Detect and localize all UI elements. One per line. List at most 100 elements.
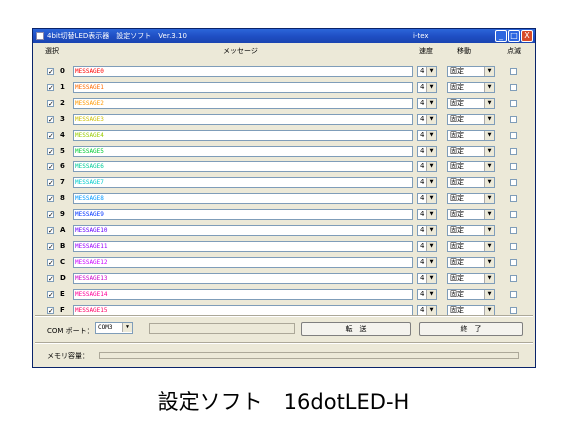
chevron-down-icon[interactable]: ▼	[426, 82, 436, 92]
blink-checkbox[interactable]	[510, 211, 517, 219]
blink-checkbox[interactable]	[510, 147, 517, 155]
chevron-down-icon[interactable]: ▼	[426, 226, 436, 235]
select-checkbox[interactable]: ✓	[47, 242, 54, 250]
select-checkbox[interactable]: ✓	[47, 68, 54, 76]
move-select[interactable]: 固定 ▼	[447, 113, 495, 125]
blink-checkbox[interactable]	[510, 83, 517, 91]
chevron-down-icon[interactable]: ▼	[426, 178, 436, 188]
message-input[interactable]: MESSAGE10	[73, 225, 413, 236]
message-input[interactable]: MESSAGE4	[73, 129, 413, 141]
select-checkbox[interactable]: ✓	[47, 211, 54, 219]
select-checkbox[interactable]: ✓	[47, 306, 54, 314]
message-input[interactable]: MESSAGE7	[73, 177, 413, 189]
move-select[interactable]: 固定 ▼	[447, 288, 495, 300]
speed-select[interactable]: 4 ▼	[417, 304, 437, 316]
blink-checkbox[interactable]	[510, 227, 517, 234]
move-select[interactable]: 固定 ▼	[447, 272, 495, 284]
chevron-down-icon[interactable]: ▼	[484, 130, 494, 140]
close-button[interactable]: X	[521, 30, 533, 42]
move-select[interactable]: 固定 ▼	[447, 145, 495, 157]
speed-select[interactable]: 4 ▼	[417, 81, 437, 93]
message-input[interactable]: MESSAGE5	[73, 145, 413, 157]
chevron-down-icon[interactable]: ▼	[484, 146, 494, 156]
chevron-down-icon[interactable]: ▼	[426, 241, 436, 251]
move-select[interactable]: 固定 ▼	[447, 81, 495, 93]
speed-select[interactable]: 4 ▼	[417, 256, 437, 268]
move-select[interactable]: 固定 ▼	[447, 97, 495, 109]
transfer-button[interactable]: 転 送	[301, 322, 411, 336]
com-port-select[interactable]: COM3 ▼	[95, 322, 133, 334]
chevron-down-icon[interactable]: ▼	[484, 241, 494, 251]
message-input[interactable]: MESSAGE0	[73, 66, 413, 77]
message-input[interactable]: MESSAGE15	[73, 304, 413, 316]
blink-checkbox[interactable]	[510, 274, 517, 282]
select-checkbox[interactable]: ✓	[47, 83, 54, 91]
chevron-down-icon[interactable]: ▼	[484, 194, 494, 204]
chevron-down-icon[interactable]: ▼	[484, 67, 494, 76]
select-checkbox[interactable]: ✓	[47, 147, 54, 155]
speed-select[interactable]: 4 ▼	[417, 193, 437, 205]
blink-checkbox[interactable]	[510, 290, 517, 298]
chevron-down-icon[interactable]: ▼	[426, 210, 436, 220]
select-checkbox[interactable]: ✓	[47, 179, 54, 187]
title-bar[interactable]: 4bit切替LED表示器 設定ソフト Ver.3.10 i-tex _ □ X	[33, 29, 535, 43]
message-input[interactable]: MESSAGE2	[73, 97, 413, 109]
chevron-down-icon[interactable]: ▼	[426, 289, 436, 299]
blink-checkbox[interactable]	[510, 99, 517, 107]
blink-checkbox[interactable]	[510, 131, 517, 139]
blink-checkbox[interactable]	[510, 163, 517, 171]
message-input[interactable]: MESSAGE11	[73, 240, 413, 252]
chevron-down-icon[interactable]: ▼	[484, 114, 494, 124]
chevron-down-icon[interactable]: ▼	[426, 162, 436, 172]
chevron-down-icon[interactable]: ▼	[426, 114, 436, 124]
chevron-down-icon[interactable]: ▼	[426, 194, 436, 204]
chevron-down-icon[interactable]: ▼	[484, 257, 494, 267]
move-select[interactable]: 固定 ▼	[447, 225, 495, 236]
chevron-down-icon[interactable]: ▼	[426, 67, 436, 76]
speed-select[interactable]: 4 ▼	[417, 177, 437, 189]
select-checkbox[interactable]: ✓	[47, 163, 54, 171]
chevron-down-icon[interactable]: ▼	[426, 257, 436, 267]
speed-select[interactable]: 4 ▼	[417, 66, 437, 77]
chevron-down-icon[interactable]: ▼	[426, 130, 436, 140]
message-input[interactable]: MESSAGE6	[73, 161, 413, 173]
move-select[interactable]: 固定 ▼	[447, 240, 495, 252]
move-select[interactable]: 固定 ▼	[447, 66, 495, 77]
speed-select[interactable]: 4 ▼	[417, 288, 437, 300]
chevron-down-icon[interactable]: ▼	[426, 273, 436, 283]
chevron-down-icon[interactable]: ▼	[484, 178, 494, 188]
move-select[interactable]: 固定 ▼	[447, 304, 495, 316]
chevron-down-icon[interactable]: ▼	[484, 226, 494, 235]
select-checkbox[interactable]: ✓	[47, 115, 54, 123]
chevron-down-icon[interactable]: ▼	[484, 273, 494, 283]
chevron-down-icon[interactable]: ▼	[484, 82, 494, 92]
blink-checkbox[interactable]	[510, 115, 517, 123]
speed-select[interactable]: 4 ▼	[417, 272, 437, 284]
speed-select[interactable]: 4 ▼	[417, 209, 437, 221]
chevron-down-icon[interactable]: ▼	[484, 305, 494, 315]
speed-select[interactable]: 4 ▼	[417, 145, 437, 157]
move-select[interactable]: 固定 ▼	[447, 129, 495, 141]
chevron-down-icon[interactable]: ▼	[484, 289, 494, 299]
select-checkbox[interactable]: ✓	[47, 227, 54, 235]
blink-checkbox[interactable]	[510, 306, 517, 314]
minimize-button[interactable]: _	[495, 30, 507, 42]
message-input[interactable]: MESSAGE13	[73, 272, 413, 284]
select-checkbox[interactable]: ✓	[47, 131, 54, 139]
chevron-down-icon[interactable]: ▼	[484, 162, 494, 172]
maximize-button[interactable]: □	[508, 30, 520, 42]
message-input[interactable]: MESSAGE9	[73, 209, 413, 221]
select-checkbox[interactable]: ✓	[47, 195, 54, 203]
message-input[interactable]: MESSAGE14	[73, 288, 413, 300]
chevron-down-icon[interactable]: ▼	[426, 305, 436, 315]
chevron-down-icon[interactable]: ▼	[484, 210, 494, 220]
move-select[interactable]: 固定 ▼	[447, 209, 495, 221]
chevron-down-icon[interactable]: ▼	[484, 98, 494, 108]
exit-button[interactable]: 終 了	[419, 322, 523, 336]
speed-select[interactable]: 4 ▼	[417, 97, 437, 109]
move-select[interactable]: 固定 ▼	[447, 161, 495, 173]
move-select[interactable]: 固定 ▼	[447, 256, 495, 268]
move-select[interactable]: 固定 ▼	[447, 193, 495, 205]
message-input[interactable]: MESSAGE3	[73, 113, 413, 125]
blink-checkbox[interactable]	[510, 242, 517, 250]
